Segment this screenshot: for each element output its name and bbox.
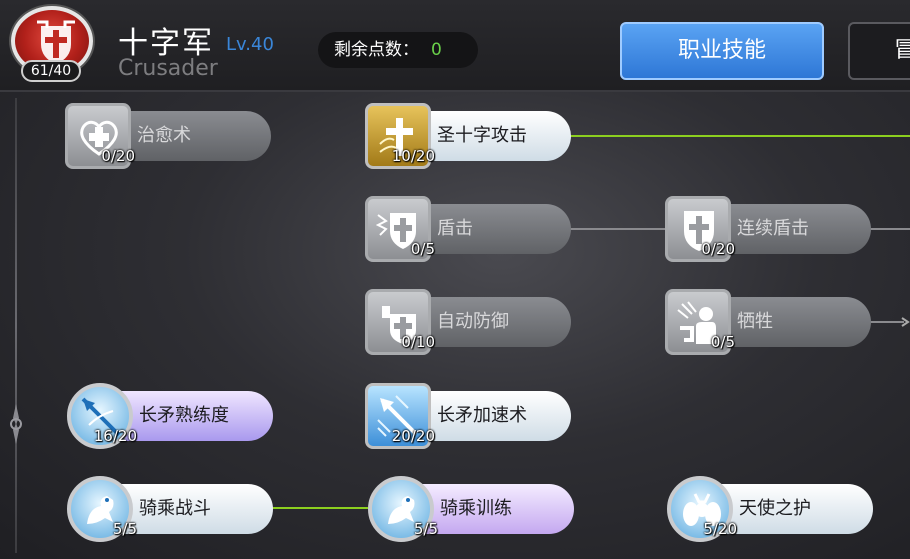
skill-level: 16/20 [93, 427, 137, 445]
skill-spear-quicken[interactable]: 长矛加速术 20/20 [365, 383, 571, 449]
skill-level: 5/5 [112, 520, 137, 538]
skill-level: 5/5 [413, 520, 438, 538]
skill-level: 10/20 [391, 147, 435, 165]
skill-spear-mastery[interactable]: 长矛熟练度 16/20 [67, 383, 273, 449]
skill-level: 0/20 [701, 240, 735, 258]
skill-rapid-shield[interactable]: 连续盾击 0/20 [665, 196, 871, 262]
skill-auto-guard[interactable]: 自动防御 0/10 [365, 289, 571, 355]
skill-holy-cross[interactable]: 圣十字攻击 10/20 [365, 103, 571, 169]
skill-level: 0/5 [410, 240, 435, 258]
skill-shield-bash[interactable]: 盾击 0/5 [365, 196, 571, 262]
skill-level: 0/20 [101, 147, 135, 165]
skill-cavalry-combat[interactable]: 骑乘战斗 5/5 [67, 476, 273, 542]
skill-level: 0/10 [401, 333, 435, 351]
skill-level: 5/20 [703, 520, 737, 538]
skill-sacrifice[interactable]: 牺牲 0/5 [665, 289, 871, 355]
skill-level: 20/20 [391, 427, 435, 445]
skill-level: 0/5 [710, 333, 735, 351]
skill-riding-training[interactable]: 骑乘训练 5/5 [368, 476, 574, 542]
skill-heal[interactable]: 治愈术 0/20 [65, 103, 271, 169]
skill-angel-protection[interactable]: 天使之护 5/20 [667, 476, 873, 542]
